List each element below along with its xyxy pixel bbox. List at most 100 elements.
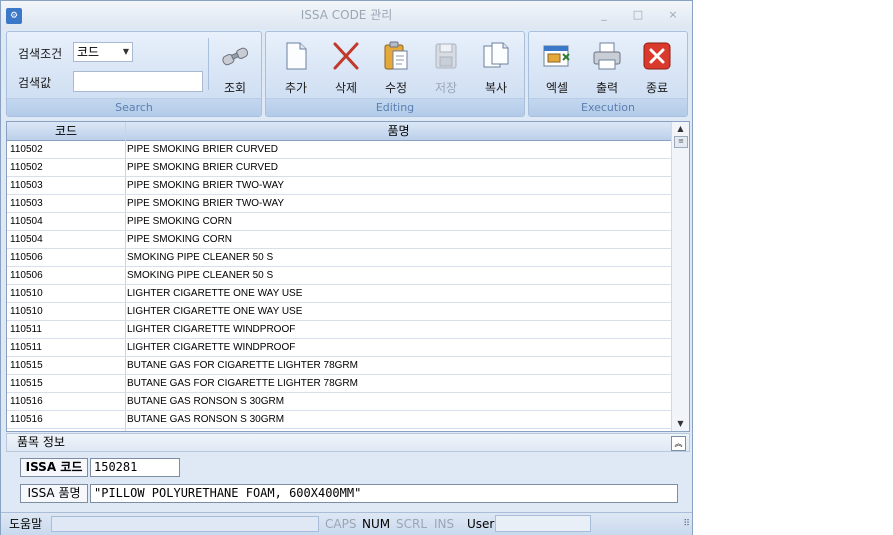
search-input[interactable] — [73, 71, 203, 92]
cell-code: 110510 — [10, 306, 43, 317]
query-label: 조회 — [223, 81, 247, 95]
table-row[interactable]: 110503 PIPE SMOKING BRIER TWO-WAY — [7, 177, 671, 195]
copy-button[interactable]: 복사 — [474, 36, 518, 95]
criteria-select[interactable]: 코드 ▼ — [73, 42, 133, 62]
print-button[interactable]: 출력 — [585, 36, 629, 95]
cell-code: 110516 — [10, 396, 43, 407]
minimize-button[interactable]: _ — [593, 7, 615, 23]
table-row[interactable]: 110504 PIPE SMOKING CORN — [7, 231, 671, 249]
editing-group-label: Editing — [375, 101, 415, 114]
cell-name: BUTANE GAS RONSON S 30GRM — [127, 396, 285, 407]
criteria-label: 검색조건 — [18, 47, 63, 61]
table-row[interactable]: 110516 BUTANE GAS RONSON S 30GRM — [7, 411, 671, 429]
table-row[interactable]: 110503 PIPE SMOKING BRIER TWO-WAY — [7, 195, 671, 213]
value-label: 검색값 — [18, 76, 52, 90]
cell-code: 110504 — [10, 216, 43, 227]
excel-label: 엑셀 — [545, 81, 569, 95]
new-document-icon — [286, 42, 307, 70]
cell-code: 110502 — [10, 162, 43, 173]
cell-code: 110506 — [10, 252, 43, 263]
table-row[interactable]: 110516 BUTANE GAS RONSON S 30GRM — [7, 393, 671, 411]
copy-label: 복사 — [484, 81, 508, 95]
ribbon: 검색조건 코드 ▼ 검색값 조회 Search 추가 삭제 수정 저장 복사 E… — [6, 31, 688, 117]
save-button[interactable]: 저장 — [424, 36, 468, 95]
table-row[interactable]: 110504 PIPE SMOKING CORN — [7, 213, 671, 231]
add-button[interactable]: 추가 — [274, 36, 318, 95]
num-indicator: NUM — [362, 517, 391, 531]
maximize-button[interactable]: □ — [627, 7, 649, 23]
collapse-icon[interactable]: ︽ — [671, 436, 686, 451]
excel-button[interactable]: 엑셀 — [535, 36, 579, 95]
table-row[interactable]: 110502 PIPE SMOKING BRIER CURVED — [7, 141, 671, 159]
cell-code: 110510 — [10, 288, 43, 299]
scrl-indicator: SCRL — [396, 517, 428, 531]
scroll-up-icon[interactable]: ▲ — [672, 122, 689, 136]
exit-button[interactable]: 종료 — [635, 36, 679, 95]
cell-name: PIPE SMOKING CORN — [127, 234, 233, 245]
help-label[interactable]: 도움말 — [9, 513, 42, 535]
floppy-disk-icon — [435, 43, 457, 69]
item-info-panel: ISSA 코드 150281 ISSA 품명 "PILLOW POLYURETH… — [6, 453, 690, 509]
column-header-name[interactable]: 품명 — [126, 122, 671, 140]
table-row[interactable]: 110506 SMOKING PIPE CLEANER 50 S — [7, 249, 671, 267]
column-header-code[interactable]: 코드 — [7, 122, 125, 140]
ins-indicator: INS — [434, 517, 455, 531]
cell-code: 110504 — [10, 234, 43, 245]
cell-code: 110502 — [10, 144, 43, 155]
table-row[interactable]: 110515 BUTANE GAS FOR CIGARETTE LIGHTER 7… — [7, 357, 671, 375]
table-row[interactable]: 110511 LIGHTER CIGARETTE WINDPROOF — [7, 339, 671, 357]
table-row[interactable]: 110511 LIGHTER CIGARETTE WINDPROOF — [7, 321, 671, 339]
editing-group: 추가 삭제 수정 저장 복사 Editing — [265, 31, 525, 117]
cell-code: 110515 — [10, 378, 43, 389]
status-message-area — [51, 516, 319, 532]
table-row[interactable]: 110510 LIGHTER CIGARETTE ONE WAY USE — [7, 303, 671, 321]
cell-code: 110515 — [10, 360, 43, 371]
window-title: ISSA CODE 관리 — [300, 8, 393, 22]
item-info-title: 품목 정보 — [17, 435, 65, 449]
grid-rows: 110502 PIPE SMOKING BRIER CURVED 110502 PIP… — [7, 141, 671, 429]
cell-name: BUTANE GAS RONSON S 30GRM — [127, 414, 285, 425]
edit-button[interactable]: 수정 — [374, 36, 418, 95]
chevron-down-icon[interactable]: ▼ — [123, 43, 129, 61]
search-group-label: Search — [115, 101, 153, 114]
issa-name-label: ISSA 품명 — [20, 484, 88, 503]
cell-name: PIPE SMOKING CORN — [127, 216, 233, 227]
add-label: 추가 — [284, 81, 308, 95]
criteria-value: 코드 — [77, 45, 100, 59]
caps-indicator: CAPS — [325, 517, 357, 531]
execution-group: 엑셀 출력 종료 Execution — [528, 31, 688, 117]
cell-name: PIPE SMOKING BRIER CURVED — [127, 144, 278, 155]
cell-code: 110511 — [10, 342, 42, 353]
edit-label: 수정 — [384, 81, 408, 95]
table-row[interactable]: 110515 BUTANE GAS FOR CIGARETTE LIGHTER 7… — [7, 375, 671, 393]
query-button[interactable]: 조회 — [213, 36, 257, 95]
cell-name: BUTANE GAS FOR CIGARETTE LIGHTER 78GRM — [127, 378, 358, 389]
cell-code: 110506 — [10, 270, 43, 281]
vertical-scrollbar[interactable]: ▲ ≡ ▼ — [671, 122, 689, 431]
divider — [208, 38, 209, 90]
delete-x-icon — [333, 42, 359, 70]
table-row[interactable]: 110506 SMOKING PIPE CLEANER 50 S — [7, 267, 671, 285]
table-row[interactable]: 110510 LIGHTER CIGARETTE ONE WAY USE — [7, 285, 671, 303]
close-button[interactable]: × — [662, 7, 684, 23]
delete-label: 삭제 — [334, 81, 358, 95]
main-window: ⚙ ISSA CODE 관리 _ □ × 검색조건 코드 ▼ 검색값 조회 Se… — [0, 0, 693, 535]
scroll-thumb[interactable]: ≡ — [674, 136, 688, 148]
scroll-down-icon[interactable]: ▼ — [672, 417, 689, 431]
resize-grip-icon[interactable]: ⠿ — [683, 519, 690, 529]
exit-icon — [643, 42, 671, 70]
printer-icon — [593, 42, 621, 70]
issa-name-field[interactable]: "PILLOW POLYURETHANE FOAM, 600X400MM" — [90, 484, 678, 503]
status-bar: 도움말 CAPS NUM SCRL INS User ⠿ — [1, 512, 692, 535]
cell-code: 110511 — [10, 324, 42, 335]
execution-group-label: Execution — [581, 101, 635, 114]
item-grid[interactable]: 코드 품명 110502 PIPE SMOKING BRIER CURVED 110… — [6, 121, 690, 432]
cell-name: PIPE SMOKING BRIER CURVED — [127, 162, 278, 173]
delete-button[interactable]: 삭제 — [324, 36, 368, 95]
table-row[interactable]: 110502 PIPE SMOKING BRIER CURVED — [7, 159, 671, 177]
cell-name: SMOKING PIPE CLEANER 50 S — [127, 252, 274, 263]
excel-export-icon — [543, 45, 570, 67]
issa-code-field[interactable]: 150281 — [90, 458, 180, 477]
copy-icon — [483, 42, 509, 68]
cell-code: 110516 — [10, 414, 43, 425]
